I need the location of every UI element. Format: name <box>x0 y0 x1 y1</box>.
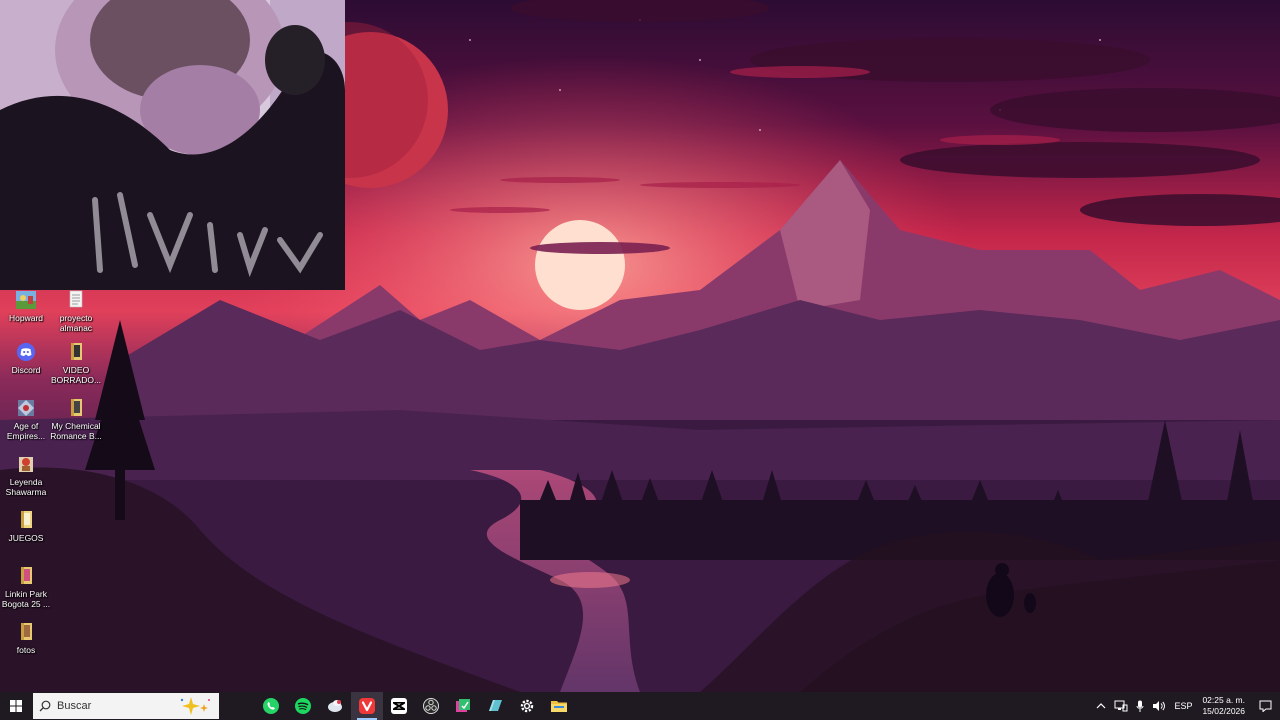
desktop-icon-label: My Chemical Romance B... <box>50 421 102 441</box>
network-icon <box>1114 700 1128 712</box>
folder-icon <box>551 701 567 712</box>
desktop-icon-label: Age of Empires... <box>6 421 46 441</box>
webcam-feed <box>0 0 345 290</box>
taskbar-search-box[interactable]: Buscar <box>33 693 219 719</box>
gear-icon <box>520 699 534 713</box>
taskbar-app-file-explorer[interactable] <box>543 692 575 720</box>
desktop-icon-proyecto-almanac[interactable]: proyecto almanac <box>50 290 102 333</box>
taskbar-app-spotify[interactable] <box>287 692 319 720</box>
tray-language[interactable]: ESP <box>1170 692 1196 720</box>
text-file-icon <box>69 290 83 308</box>
discord-icon <box>16 342 36 362</box>
search-highlight-icon[interactable] <box>177 696 213 716</box>
desktop-icon-hopward[interactable]: Hopward <box>0 290 52 323</box>
tray-clock[interactable]: 02:25 a. m. 15/02/2026 <box>1196 695 1251 717</box>
speaker-icon <box>1153 701 1166 711</box>
windows-logo-icon <box>10 700 22 712</box>
folder-icon <box>71 343 82 360</box>
whatsapp-icon <box>263 698 279 714</box>
search-placeholder: Buscar <box>57 700 92 712</box>
obs-icon <box>423 698 439 714</box>
search-icon <box>39 700 51 712</box>
game-shortcut-icon <box>16 291 36 309</box>
chevron-up-icon <box>1097 703 1106 709</box>
desktop-icon-fotos[interactable]: fotos <box>0 622 52 655</box>
game-shortcut-icon <box>18 400 34 416</box>
taskbar-app-settings[interactable] <box>511 692 543 720</box>
desktop-icon-my-chemical-romance[interactable]: My Chemical Romance B... <box>50 398 102 441</box>
spotify-icon <box>295 698 311 714</box>
desktop-icon-juegos[interactable]: JUEGOS <box>0 510 52 543</box>
tray-network[interactable] <box>1110 692 1132 720</box>
desktop-icon-label: JUEGOS <box>8 533 44 543</box>
tray-microphone[interactable] <box>1132 692 1148 720</box>
game-shortcut-icon <box>19 457 33 472</box>
folder-icon <box>21 567 32 584</box>
folder-icon <box>71 399 82 416</box>
desktop-icon-label: fotos <box>16 645 36 655</box>
app-icon <box>328 700 342 712</box>
taskbar-app-capcut[interactable] <box>383 692 415 720</box>
app-icon <box>456 699 470 712</box>
start-button[interactable] <box>0 692 32 720</box>
desktop-icon-label: Linkin Park Bogota 25 ... <box>1 589 51 609</box>
desktop-icon-label: Discord <box>11 365 41 375</box>
desktop-icon-label: Leyenda Shawarma <box>5 477 47 497</box>
desktop-icon-linkin-park[interactable]: Linkin Park Bogota 25 ... <box>0 566 52 609</box>
taskbar-app-vivaldi[interactable] <box>351 692 383 720</box>
app-icon <box>489 700 502 711</box>
notification-center-button[interactable] <box>1251 692 1280 720</box>
folder-icon <box>21 623 32 640</box>
taskbar-app-8[interactable] <box>479 692 511 720</box>
desktop-icon-age-of-empires[interactable]: Age of Empires... <box>0 398 52 441</box>
taskbar-app-3[interactable] <box>319 692 351 720</box>
capcut-icon <box>391 698 407 714</box>
folder-icon <box>21 511 32 528</box>
desktop-icon-leyenda-shawarma[interactable]: Leyenda Shawarma <box>0 454 52 497</box>
taskbar: Buscar ESP 02:25 a. m. 15/02/2026 <box>0 692 1280 720</box>
clock-time: 02:25 a. m. <box>1202 695 1245 705</box>
desktop-icon-label: proyecto almanac <box>59 313 93 333</box>
tray-volume[interactable] <box>1148 692 1170 720</box>
notification-icon <box>1259 700 1272 712</box>
desktop-icon-discord[interactable]: Discord <box>0 342 52 375</box>
desktop-icon-video-borrado[interactable]: VIDEO BORRADO... <box>50 342 102 385</box>
webcam-overlay[interactable] <box>0 0 345 290</box>
taskbar-app-obs[interactable] <box>415 692 447 720</box>
system-tray: ESP 02:25 a. m. 15/02/2026 <box>1092 692 1280 720</box>
clock-date: 15/02/2026 <box>1202 706 1245 716</box>
taskbar-app-7[interactable] <box>447 692 479 720</box>
taskbar-app-whatsapp[interactable] <box>255 692 287 720</box>
microphone-icon <box>1136 700 1144 712</box>
desktop-icon-label: Hopward <box>8 313 44 323</box>
tray-overflow-button[interactable] <box>1092 692 1110 720</box>
desktop-icon-label: VIDEO BORRADO... <box>50 365 102 385</box>
vivaldi-icon <box>359 698 375 714</box>
